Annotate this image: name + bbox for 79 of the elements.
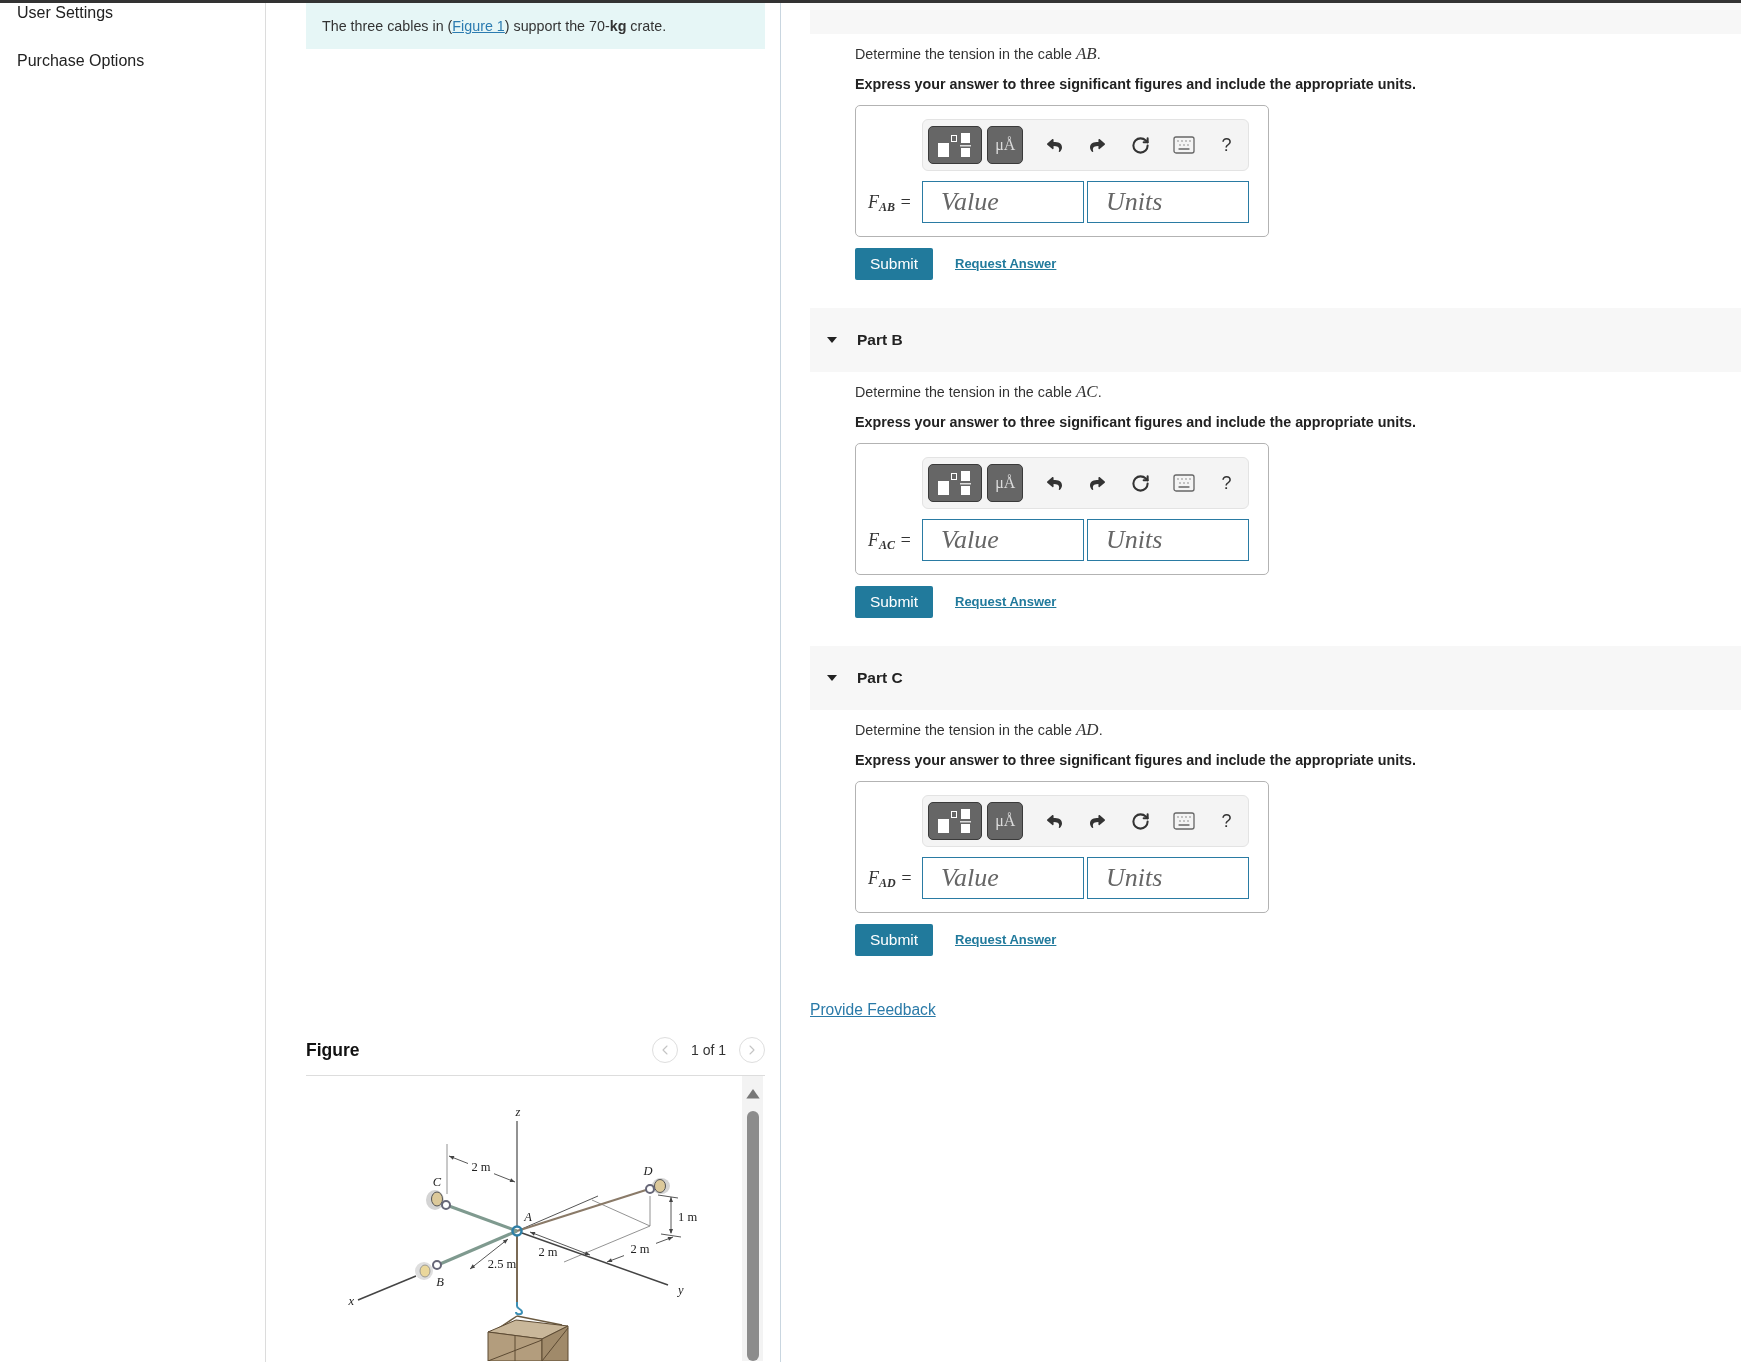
question-text: Determine the tension in the cable AB. bbox=[855, 44, 1101, 64]
dimension-label: 2 m bbox=[538, 1245, 558, 1259]
request-answer-link[interactable]: Request Answer bbox=[955, 592, 1057, 612]
question-text: Determine the tension in the cable AD. bbox=[855, 720, 1103, 740]
scroll-up-arrow-icon[interactable] bbox=[745, 1089, 760, 1099]
curved-arrow-left-icon[interactable] bbox=[1047, 813, 1062, 829]
point-label: B bbox=[436, 1275, 444, 1289]
figure-title: Figure bbox=[306, 1038, 360, 1062]
dimension-line bbox=[469, 1238, 509, 1270]
answer-label: F$_{AB}$ = bbox=[868, 191, 912, 212]
axis-label: y bbox=[678, 1283, 684, 1297]
instruction-text: Express your answer to three significant figures and include the appropriate units. bbox=[855, 413, 1416, 432]
dimension-label: 2 m bbox=[630, 1242, 650, 1256]
part-header[interactable]: Part C bbox=[810, 646, 1741, 710]
squares-icon bbox=[937, 470, 974, 496]
question-text: Determine the tension in the cable AC. bbox=[855, 382, 1102, 402]
hook-icon bbox=[515, 1301, 523, 1316]
wall-anchor-icon bbox=[426, 1190, 451, 1210]
dimension-label: 2.5 m bbox=[487, 1257, 517, 1271]
help-button[interactable]: ? bbox=[1219, 474, 1234, 492]
keyboard-icon[interactable] bbox=[1171, 133, 1196, 157]
value-field[interactable]: Value bbox=[922, 519, 1084, 561]
curved-arrow-right-icon[interactable] bbox=[1090, 475, 1105, 491]
point-label: C bbox=[432, 1175, 442, 1189]
curved-arrow-left-icon[interactable] bbox=[1047, 475, 1062, 491]
submit-button[interactable]: Submit bbox=[855, 248, 933, 280]
circular-arrow-icon[interactable] bbox=[1131, 811, 1150, 831]
symbols-button[interactable]: μÅ bbox=[987, 126, 1023, 164]
value-field[interactable]: Value bbox=[922, 181, 1084, 223]
units-field[interactable]: Units bbox=[1087, 181, 1249, 223]
symbols-button[interactable]: μÅ bbox=[987, 464, 1023, 502]
problem-statement: The three cables in (Figure 1) support the 70-kg crate. bbox=[306, 3, 765, 49]
sidebar-link[interactable]: Purchase Options bbox=[17, 51, 145, 71]
squares-icon bbox=[937, 808, 974, 834]
templates-button[interactable] bbox=[928, 126, 983, 164]
axis-label: x bbox=[348, 1294, 354, 1308]
submit-button[interactable]: Submit bbox=[855, 924, 933, 956]
help-button[interactable]: ? bbox=[1219, 136, 1234, 154]
submit-button[interactable]: Submit bbox=[855, 586, 933, 618]
point-label: A bbox=[524, 1210, 532, 1224]
curved-arrow-right-icon[interactable] bbox=[1090, 813, 1105, 829]
symbols-button[interactable]: μÅ bbox=[987, 802, 1023, 840]
feedback-link[interactable]: Provide Feedback bbox=[810, 1000, 936, 1020]
dimension-line bbox=[448, 1155, 516, 1183]
ring-icon bbox=[511, 1225, 523, 1237]
units-field[interactable]: Units bbox=[1087, 519, 1249, 561]
answer-label: F$_{AC}$ = bbox=[868, 529, 912, 550]
templates-button[interactable] bbox=[928, 464, 983, 502]
point-label: D bbox=[643, 1164, 653, 1178]
axis-line bbox=[357, 1275, 417, 1301]
circular-arrow-icon[interactable] bbox=[1131, 135, 1150, 155]
keyboard-icon[interactable] bbox=[1171, 809, 1196, 833]
dimension-label: 1 m bbox=[678, 1210, 698, 1224]
wall-anchor-icon bbox=[415, 1260, 442, 1280]
dimension-line bbox=[529, 1231, 591, 1256]
axis-label: z bbox=[515, 1105, 521, 1119]
units-field[interactable]: Units bbox=[1087, 857, 1249, 899]
sidebar-link[interactable]: User Settings bbox=[17, 3, 114, 23]
answer-label: F$_{AD}$ = bbox=[868, 867, 913, 888]
part-header[interactable]: Part B bbox=[810, 308, 1741, 372]
squares-icon bbox=[937, 132, 974, 158]
curved-arrow-left-icon[interactable] bbox=[1047, 137, 1062, 153]
circular-arrow-icon[interactable] bbox=[1131, 473, 1150, 493]
instruction-text: Express your answer to three significant figures and include the appropriate units. bbox=[855, 75, 1416, 94]
request-answer-link[interactable]: Request Answer bbox=[955, 930, 1057, 950]
dimension-label: 2 m bbox=[471, 1160, 491, 1174]
instruction-text: Express your answer to three significant figures and include the appropriate units. bbox=[855, 751, 1416, 770]
scrollbar-thumb[interactable] bbox=[746, 1110, 759, 1361]
rope-line bbox=[516, 1235, 518, 1303]
guide-line bbox=[446, 1143, 448, 1195]
curved-arrow-right-icon[interactable] bbox=[1090, 137, 1105, 153]
figure-link[interactable]: Figure 1 bbox=[452, 18, 505, 34]
wall-anchor-icon bbox=[645, 1178, 670, 1194]
request-answer-link[interactable]: Request Answer bbox=[955, 254, 1057, 274]
help-button[interactable]: ? bbox=[1219, 812, 1234, 830]
page-counter: 1 of 1 bbox=[690, 1040, 726, 1060]
value-field[interactable]: Value bbox=[922, 857, 1084, 899]
templates-button[interactable] bbox=[928, 802, 983, 840]
keyboard-icon[interactable] bbox=[1171, 471, 1196, 495]
